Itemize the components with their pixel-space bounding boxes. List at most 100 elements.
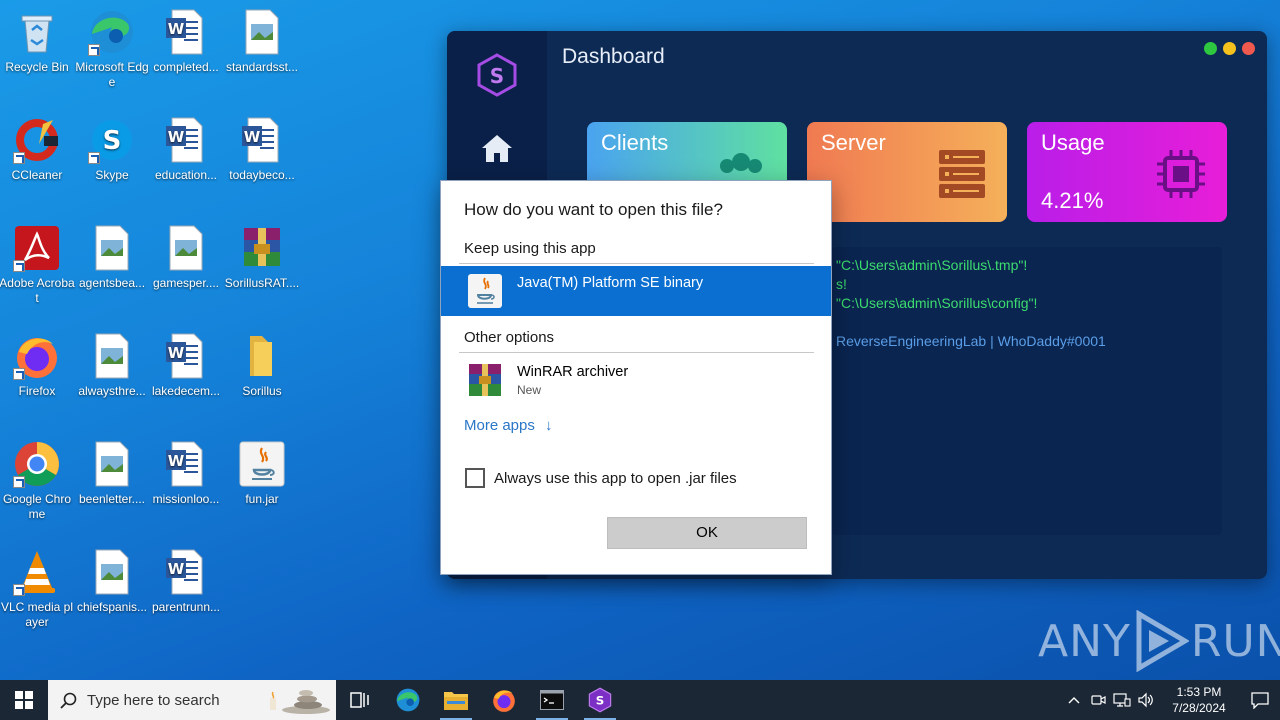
close-button[interactable] (1242, 42, 1255, 55)
word-document-icon: W (162, 440, 210, 488)
desktop-icon-file[interactable]: W todaybeco... (224, 116, 300, 183)
option-sublabel: New (517, 383, 542, 397)
desktop-icon-file[interactable]: agentsbea... (74, 224, 150, 291)
usage-value: 4.21% (1041, 188, 1104, 213)
more-apps-label: More apps (464, 417, 535, 434)
taskbar-search[interactable]: Type here to search (48, 680, 336, 720)
search-highlight-icon (270, 690, 330, 714)
edge-icon (396, 688, 420, 712)
console-line: "C:\Users\admin\Sorillus\.tmp"! (836, 257, 1028, 273)
taskbar-firefox[interactable] (480, 680, 528, 720)
desktop-icon-file[interactable]: beenletter.... (74, 440, 150, 507)
desktop-icon-label: VLC media player (0, 600, 74, 629)
desktop-icon-recycle-bin[interactable]: Recycle Bin (0, 8, 75, 75)
open-with-dialog: How do you want to open this file? Keep … (440, 180, 832, 575)
image-file-icon (88, 224, 136, 272)
watermark-right: RUN (1190, 615, 1280, 667)
java-jar-icon (238, 440, 286, 488)
desktop-icon-label: completed... (153, 60, 219, 74)
desktop-icon-label: beenletter.... (78, 492, 146, 506)
taskbar-clock[interactable]: 1:53 PM 7/28/2024 (1162, 684, 1236, 716)
svg-text:W: W (168, 452, 185, 470)
svg-text:W: W (168, 20, 185, 38)
more-apps-link[interactable]: More apps ↓ (464, 417, 553, 434)
ok-button[interactable]: OK (607, 517, 807, 549)
taskbar-cmd[interactable] (528, 680, 576, 720)
image-file-icon (88, 440, 136, 488)
image-file-icon (238, 8, 286, 56)
desktop-icon-label: Skype (95, 168, 129, 182)
volume-button[interactable] (1134, 680, 1158, 720)
desktop-icon-vlc[interactable]: VLC media player (0, 548, 75, 630)
desktop-icon-file[interactable]: W lakedecem... (148, 332, 224, 399)
notification-icon (1251, 692, 1269, 709)
always-use-row[interactable]: Always use this app to open .jar files (465, 468, 737, 488)
option-java-platform[interactable]: Java(TM) Platform SE binary (441, 266, 831, 316)
terminal-icon (540, 690, 564, 710)
desktop-icon-file[interactable]: standardsst... (224, 8, 300, 75)
desktop-icon-file[interactable]: gamesper.... (148, 224, 224, 291)
server-card[interactable]: Server (807, 122, 1007, 222)
taskbar-sorillus[interactable]: S (576, 680, 624, 720)
network-button[interactable] (1110, 680, 1134, 720)
tray-app-button[interactable] (1086, 680, 1110, 720)
sorillus-icon: S (588, 687, 612, 713)
play-icon (1136, 610, 1189, 672)
search-icon (60, 692, 77, 709)
show-hidden-icons-button[interactable] (1062, 680, 1086, 720)
desktop-icon-microsoft-edge[interactable]: Microsoft Edge (74, 8, 150, 90)
taskbar-edge[interactable] (384, 680, 432, 720)
divider (459, 352, 814, 353)
task-view-button[interactable] (336, 680, 384, 720)
dialog-question: How do you want to open this file? (464, 200, 723, 219)
option-winrar[interactable]: WinRAR archiver New (441, 355, 831, 405)
desktop-icon-label: SorillusRAT.... (224, 276, 300, 290)
svg-text:W: W (168, 128, 185, 146)
word-document-icon: W (162, 332, 210, 380)
system-tray: 1:53 PM 7/28/2024 (1062, 680, 1280, 720)
desktop-icon-label: Sorillus (242, 384, 282, 398)
image-file-icon (88, 332, 136, 380)
desktop-icon-file[interactable]: SorillusRAT.... (224, 224, 300, 291)
vlc-icon (13, 548, 61, 596)
desktop-icon-file[interactable]: alwaysthre... (74, 332, 150, 399)
desktop-icon-google-chrome[interactable]: Google Chrome (0, 440, 75, 522)
desktop-icon-file[interactable]: chiefspanis... (74, 548, 150, 615)
desktop-icon-label: Microsoft Edge (75, 60, 149, 89)
adobe-acrobat-icon (13, 224, 61, 272)
desktop-icon-file[interactable]: W education... (148, 116, 224, 183)
desktop-icon-folder[interactable]: Sorillus (224, 332, 300, 399)
svg-text:W: W (168, 344, 185, 362)
image-file-icon (162, 224, 210, 272)
usage-card[interactable]: Usage 4.21% (1027, 122, 1227, 222)
action-center-button[interactable] (1240, 680, 1280, 720)
desktop-icon-file[interactable]: W missionloo... (148, 440, 224, 507)
maximize-button[interactable] (1223, 42, 1236, 55)
always-use-label: Always use this app to open .jar files (494, 469, 737, 487)
desktop-icon-adobe-acrobat[interactable]: Adobe Acrobat (0, 224, 75, 306)
desktop-icon-label: agentsbea... (78, 276, 146, 290)
desktop-icon-label: Firefox (18, 384, 56, 398)
desktop-icon-file[interactable]: W completed... (148, 8, 224, 75)
desktop-icon-label: gamesper.... (152, 276, 220, 290)
cpu-icon (1157, 150, 1205, 198)
desktop-icon-firefox[interactable]: Firefox (0, 332, 75, 399)
svg-text:W: W (244, 128, 261, 146)
firefox-icon (493, 690, 515, 712)
always-use-checkbox[interactable] (465, 468, 485, 488)
firefox-icon (13, 332, 61, 380)
desktop-icon-fun-jar[interactable]: fun.jar (224, 440, 300, 507)
winrar-icon (469, 364, 501, 396)
home-icon[interactable] (481, 133, 513, 163)
folder-icon (238, 332, 286, 380)
ccleaner-icon (13, 116, 61, 164)
desktop-icon-skype[interactable]: S Skype (74, 116, 150, 183)
minimize-button[interactable] (1204, 42, 1217, 55)
desktop-icon-label: fun.jar (245, 492, 279, 506)
desktop-icon-file[interactable]: W parentrunn... (148, 548, 224, 615)
taskbar-file-explorer[interactable] (432, 680, 480, 720)
desktop-icon-label: todaybeco... (229, 168, 295, 182)
desktop-icon-ccleaner[interactable]: CCleaner (0, 116, 75, 183)
meet-now-icon (1091, 695, 1106, 705)
start-button[interactable] (0, 680, 48, 720)
